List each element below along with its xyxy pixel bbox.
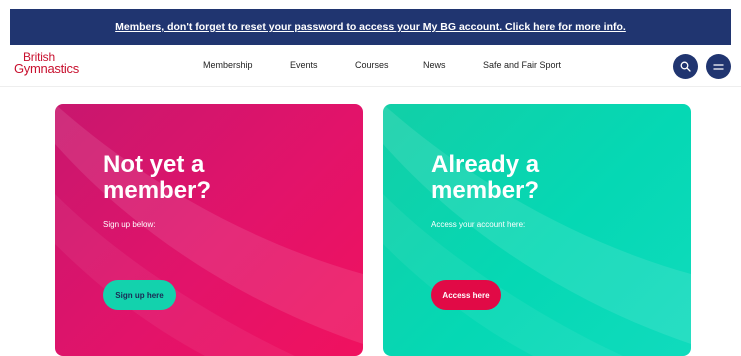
nav-item-news[interactable]: News (423, 60, 446, 70)
top-navigation: British Gymnastics Membership Events Cou… (0, 45, 741, 87)
search-button[interactable] (673, 54, 698, 79)
hamburger-menu-icon (713, 63, 724, 70)
british-gymnastics-logo[interactable]: British Gymnastics (14, 51, 79, 76)
banner-link[interactable]: Members, don't forget to reset your pass… (115, 21, 626, 33)
member-card-title: Already a member? (431, 151, 540, 204)
search-icon (680, 61, 691, 72)
nav-item-events[interactable]: Events (290, 60, 318, 70)
access-button[interactable]: Access here (431, 280, 501, 310)
join-card-subtitle: Sign up below: (103, 220, 156, 229)
nav-item-membership[interactable]: Membership (203, 60, 253, 70)
sign-up-button[interactable]: Sign up here (103, 280, 176, 310)
announcement-banner: Members, don't forget to reset your pass… (10, 9, 731, 45)
menu-button[interactable] (706, 54, 731, 79)
nav-item-courses[interactable]: Courses (355, 60, 389, 70)
logo-line-2: Gymnastics (14, 61, 79, 76)
member-card: Already a member? Access your account he… (383, 104, 691, 356)
member-card-subtitle: Access your account here: (431, 220, 526, 229)
card-swoosh-decoration (383, 104, 691, 356)
card-swoosh-decoration (55, 104, 363, 356)
join-card-title: Not yet a member? (103, 151, 212, 204)
nav-item-safe-and-fair-sport[interactable]: Safe and Fair Sport (483, 60, 561, 70)
join-card: Not yet a member? Sign up below: Sign up… (55, 104, 363, 356)
